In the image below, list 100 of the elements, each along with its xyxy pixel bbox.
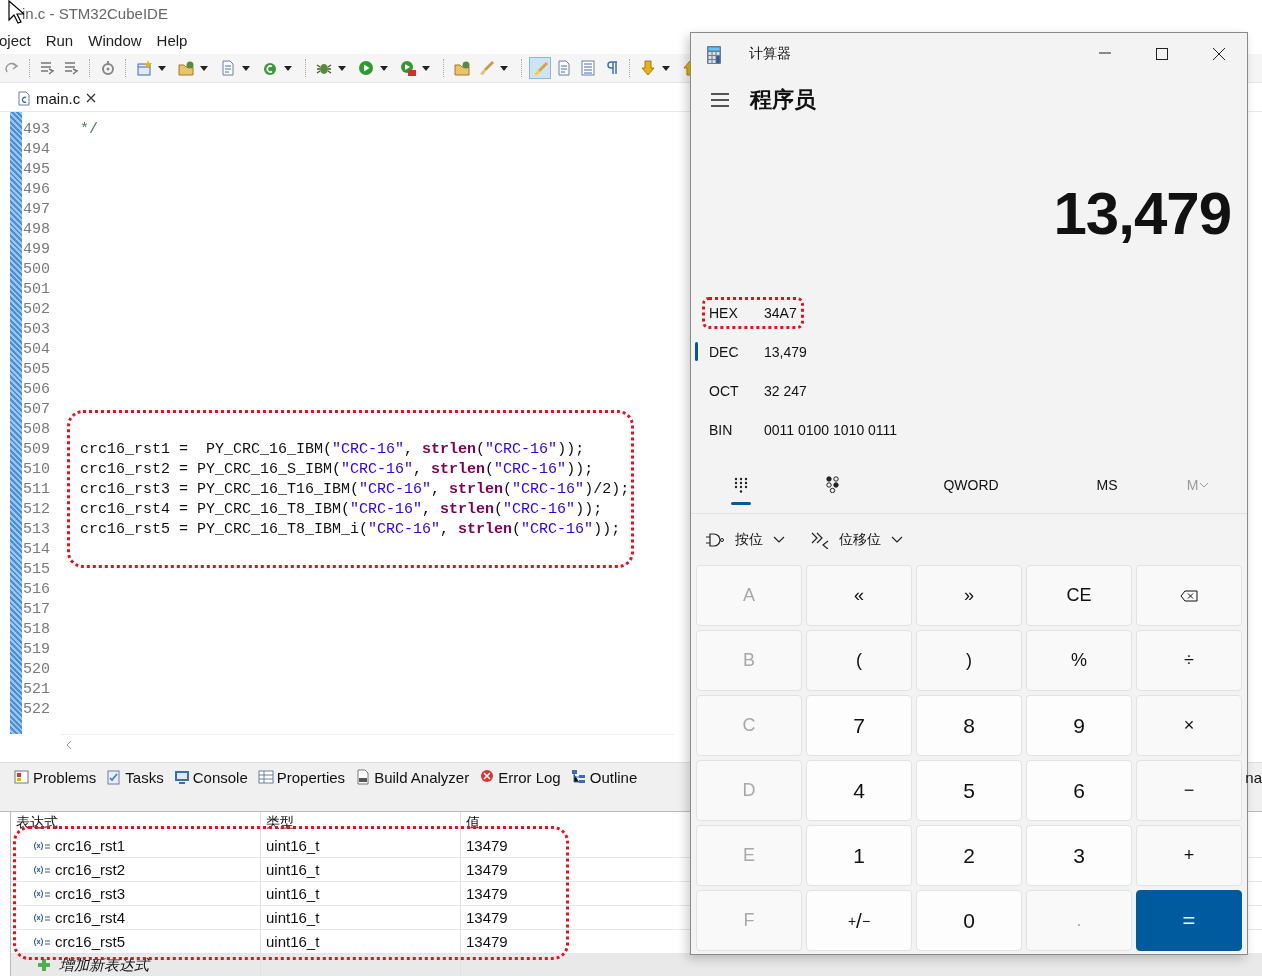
line-number: 519 (22, 640, 51, 660)
panel-tab[interactable]: Outline (570, 768, 638, 786)
table-cell: uint16_t (261, 858, 461, 881)
keypad-key[interactable]: » (916, 565, 1022, 626)
close-icon[interactable] (86, 93, 97, 103)
maximize-icon[interactable] (1154, 47, 1169, 61)
table-cell: crc16_rst2 (55, 861, 126, 878)
window-title: in.c - STM32CubeIDE (22, 5, 168, 22)
keypad-key[interactable]: 1 (806, 825, 912, 886)
line-number: 510 (22, 460, 51, 480)
line-number: 515 (22, 560, 51, 580)
play-icon[interactable] (356, 58, 376, 78)
keypad-key[interactable]: × (1136, 695, 1242, 756)
keypad-key[interactable]: 4 (806, 760, 912, 821)
menu-icon[interactable] (711, 93, 729, 107)
keypad-key[interactable]: 6 (1026, 760, 1132, 821)
run-tool-icon[interactable] (398, 58, 418, 78)
outline-icon (570, 769, 587, 785)
line-number: 505 (22, 360, 51, 380)
keypad-key[interactable]: CE (1026, 565, 1132, 626)
keypad-key[interactable]: 3 (1026, 825, 1132, 886)
keypad-key[interactable]: 7 (806, 695, 912, 756)
scroll-left-icon[interactable] (66, 739, 72, 750)
radix-label: BIN (709, 421, 734, 438)
line-number: 499 (22, 240, 51, 260)
panel-tab[interactable]: Problems (14, 768, 97, 786)
line-number: 509 (22, 440, 51, 460)
error-icon (479, 769, 496, 785)
panel-tab[interactable]: Error Log (479, 768, 561, 786)
line-number: 496 (22, 180, 51, 200)
caret-icon[interactable] (422, 65, 430, 71)
code-line: crc16_rst3 = PY_CRC_16_T16_IBM("CRC-16", strlen("CRC-16")/2); (80, 480, 630, 500)
keypad-key[interactable]: = (1136, 890, 1242, 951)
line-number: 512 (22, 500, 51, 520)
logic-gate-icon (705, 531, 725, 548)
line-number: 500 (22, 260, 51, 280)
mode-title: 程序员 (750, 86, 816, 114)
caret-icon[interactable] (242, 65, 250, 71)
variable-icon (33, 840, 51, 851)
radix-label: HEX (709, 304, 739, 321)
caret-icon[interactable] (662, 65, 670, 71)
keypad-key[interactable]: ( (806, 630, 912, 691)
caret-icon[interactable] (500, 65, 508, 71)
keypad-key[interactable]: + (1136, 825, 1242, 886)
keypad-key[interactable]: − (1136, 760, 1242, 821)
menu-item[interactable]: oject (0, 31, 31, 49)
panel-tab[interactable]: Properties (257, 768, 346, 786)
caret-icon[interactable] (158, 65, 166, 71)
keypad-key[interactable]: 9 (1026, 695, 1132, 756)
line-number: 506 (22, 380, 51, 400)
console-icon (173, 769, 190, 785)
line-number: 504 (22, 340, 51, 360)
list-icon[interactable] (578, 58, 598, 78)
variable-icon (33, 888, 51, 899)
line-number: 495 (22, 160, 51, 180)
code-line: crc16_rst2 = PY_CRC_16_S_IBM("CRC-16", strlen("CRC-16")); (80, 460, 595, 480)
chevron-icon (773, 536, 785, 543)
radix-label: DEC (709, 343, 740, 360)
keypad-key[interactable]: « (806, 565, 912, 626)
close-icon[interactable] (1211, 47, 1226, 61)
variable-icon (33, 864, 51, 875)
dropdown-button[interactable]: 按位 (705, 530, 785, 549)
table-cell: crc16_rst1 (55, 837, 126, 854)
backspace-icon (1180, 589, 1198, 602)
line-number: 508 (22, 420, 51, 440)
table-cell-text: 13479 (465, 908, 509, 928)
radix-value: 32 247 (764, 382, 807, 399)
radix-value: 34A7 (764, 304, 797, 321)
table-cell: uint16_t (261, 906, 461, 929)
dropdown-button[interactable]: 位移位 (811, 530, 903, 549)
bits-icon (826, 476, 840, 493)
problems-icon (14, 769, 30, 785)
menu-item[interactable]: Help (156, 31, 188, 49)
keypad-key[interactable]: 8 (916, 695, 1022, 756)
panel-tab[interactable]: Tasks (106, 768, 164, 786)
keypad-key[interactable]: 0 (916, 890, 1022, 951)
line-number: 518 (22, 620, 51, 640)
keypad-key[interactable]: % (1026, 630, 1132, 691)
caret-icon[interactable] (380, 65, 388, 71)
menu-item[interactable]: Window (88, 31, 142, 49)
table-cell: crc16_rst5 (55, 933, 126, 950)
line-number: 497 (22, 200, 51, 220)
tab-underline (731, 502, 751, 505)
keypad-key[interactable]: ÷ (1136, 630, 1242, 691)
table-cell-text: 13479 (465, 836, 509, 856)
panel-tab[interactable]: Console (173, 768, 248, 786)
panel-tab[interactable]: Build Analyzer (355, 768, 470, 786)
panel-tab[interactable]: na (1245, 768, 1262, 786)
word-size-button[interactable]: QWORD (911, 476, 1031, 493)
memory-button[interactable]: MS (1077, 476, 1137, 493)
caret-icon[interactable] (200, 65, 208, 71)
caret-icon[interactable] (284, 65, 292, 71)
keypad-key[interactable]: ) (916, 630, 1022, 691)
calculator-icon (707, 46, 721, 64)
caret-icon[interactable] (338, 65, 346, 71)
keypad-key[interactable]: 5 (916, 760, 1022, 821)
plus-icon[interactable] (37, 958, 51, 972)
menu-item[interactable]: Run (45, 31, 74, 49)
keypad-key[interactable]: 2 (916, 825, 1022, 886)
line-number: 511 (22, 480, 51, 500)
